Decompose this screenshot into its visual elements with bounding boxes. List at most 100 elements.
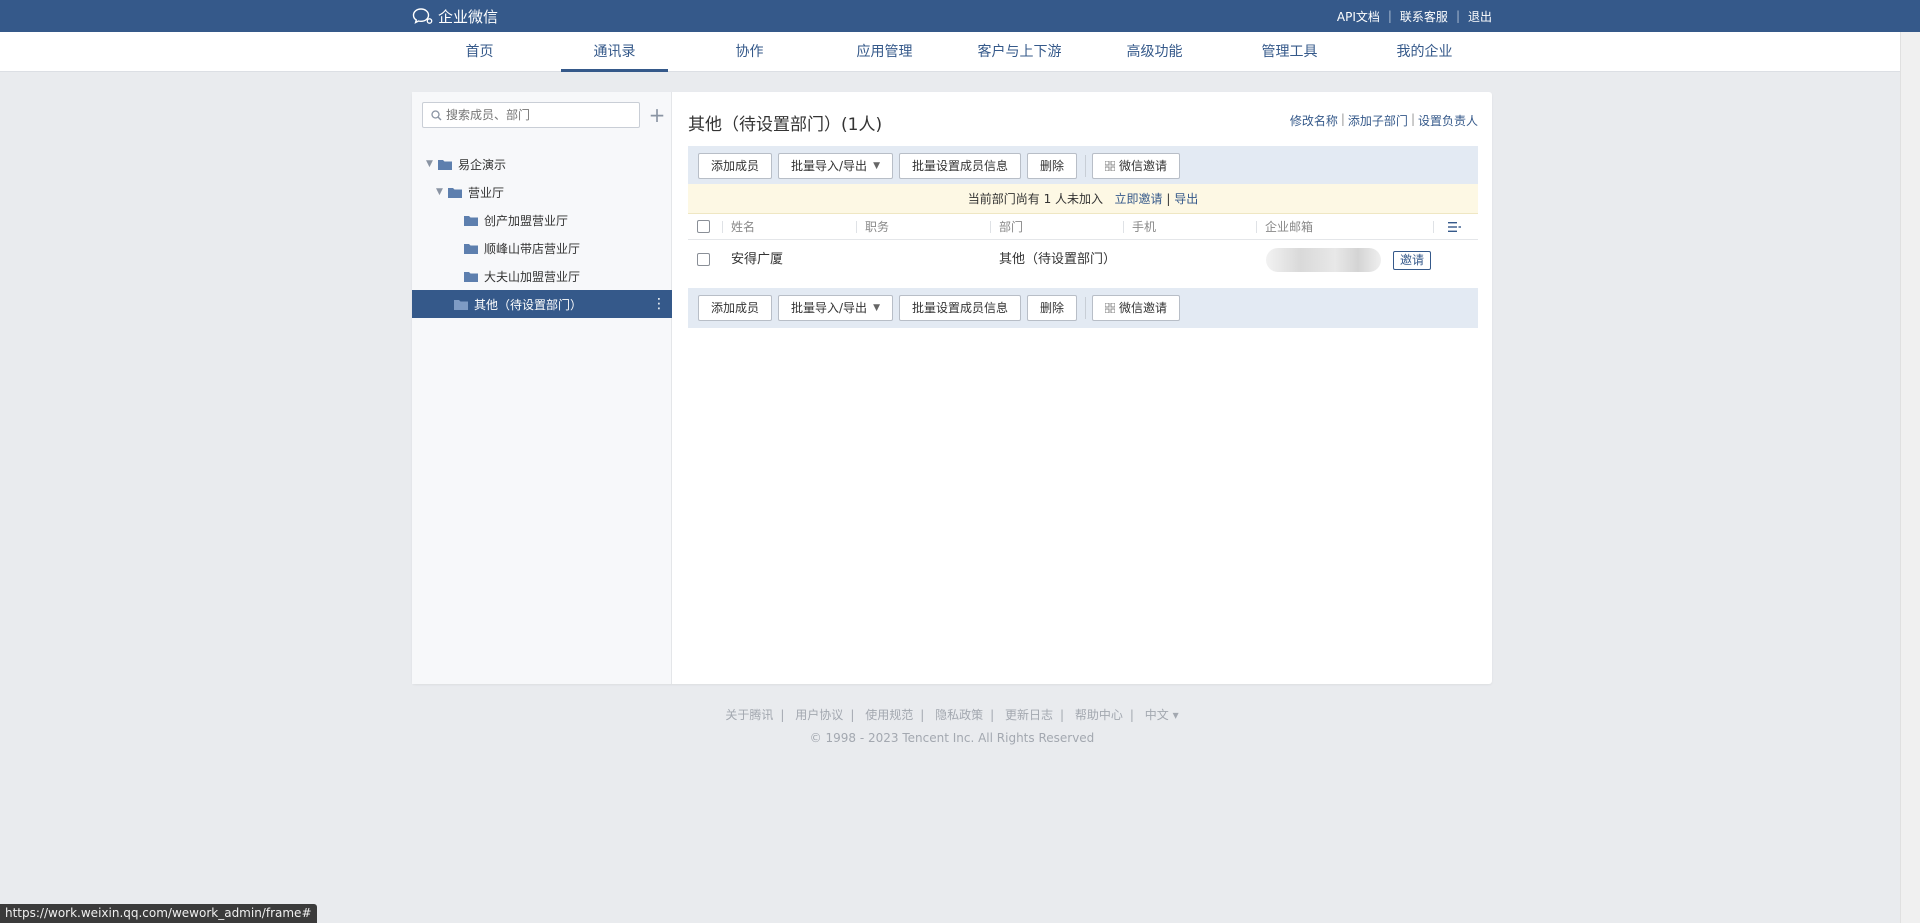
separator: | bbox=[1410, 112, 1415, 126]
delete-button[interactable]: 删除 bbox=[1027, 153, 1078, 179]
invite-now-link[interactable]: 立即邀请 bbox=[1114, 192, 1162, 206]
footer-link-privacy[interactable]: 隐私政策 bbox=[935, 708, 983, 722]
notice-text: 当前部门尚有 1 人未加入 bbox=[967, 192, 1104, 206]
tree-node-shunfeng[interactable]: 顺峰山带店营业厅 bbox=[412, 234, 672, 262]
tree-node-root[interactable]: ▼ 易企演示 bbox=[412, 150, 672, 178]
expand-arrow-icon[interactable]: ▼ bbox=[436, 187, 448, 197]
tree-node-label: 易企演示 bbox=[458, 157, 507, 172]
column-divider bbox=[1256, 221, 1257, 233]
folder-icon bbox=[464, 271, 478, 282]
footer: 关于腾讯 | 用户协议 | 使用规范 | 隐私政策 | 更新日志 | 帮助中心 | 中文 ▾… bbox=[412, 706, 1492, 745]
department-sidebar: + ▼ 易企演示 ▼ 营业厅 创产加盟营业厅 顺峰山带店营业厅 bbox=[412, 92, 672, 684]
column-divider bbox=[1433, 221, 1434, 233]
separator: | bbox=[850, 708, 855, 722]
separator: | bbox=[1129, 708, 1134, 722]
separator: | bbox=[1166, 192, 1171, 206]
tab-advanced[interactable]: 高级功能 bbox=[1087, 32, 1222, 72]
tree-node-label: 大夫山加盟营业厅 bbox=[484, 269, 581, 284]
department-actions: 修改名称 | 添加子部门 | 设置负责人 bbox=[1290, 112, 1478, 129]
separator: | bbox=[1387, 9, 1392, 23]
footer-link-about[interactable]: 关于腾讯 bbox=[725, 708, 773, 722]
top-bar: 企业微信 API文档 | 联系客服 | 退出 bbox=[0, 0, 1920, 32]
separator: | bbox=[990, 708, 995, 722]
button-label: 批量导入/导出 bbox=[791, 301, 868, 315]
column-divider bbox=[722, 221, 723, 233]
button-label: 批量导入/导出 bbox=[791, 159, 868, 173]
status-bar-url: https://work.weixin.qq.com/wework_admin/… bbox=[0, 904, 317, 923]
tab-collaboration[interactable]: 协作 bbox=[682, 32, 817, 72]
main-nav: 首页 通讯录 协作 应用管理 客户与上下游 高级功能 管理工具 我的企业 bbox=[0, 32, 1900, 72]
tab-contacts[interactable]: 通讯录 bbox=[547, 32, 682, 72]
footer-link-usage-rules[interactable]: 使用规范 bbox=[865, 708, 913, 722]
dropdown-caret-icon: ▼ bbox=[873, 161, 880, 171]
wework-logo-icon bbox=[412, 8, 433, 24]
qrcode-icon bbox=[1105, 303, 1116, 313]
column-divider bbox=[990, 221, 991, 233]
tab-home[interactable]: 首页 bbox=[412, 32, 547, 72]
rename-link[interactable]: 修改名称 bbox=[1290, 112, 1338, 129]
logo[interactable]: 企业微信 bbox=[412, 0, 498, 32]
member-department: 其他（待设置部门） bbox=[999, 252, 1117, 267]
toolbar-divider bbox=[1085, 155, 1087, 177]
member-name[interactable]: 安得广厦 bbox=[731, 240, 783, 280]
add-member-button[interactable]: 添加成员 bbox=[698, 153, 773, 179]
column-divider bbox=[1123, 221, 1124, 233]
tree-node-dafushan[interactable]: 大夫山加盟营业厅 bbox=[412, 262, 672, 290]
tab-admin-tools[interactable]: 管理工具 bbox=[1222, 32, 1357, 72]
wechat-invite-button[interactable]: 微信邀请 bbox=[1092, 295, 1181, 321]
separator: | bbox=[1455, 9, 1460, 23]
language-selector[interactable]: 中文 ▾ bbox=[1145, 708, 1179, 722]
batch-set-info-button[interactable]: 批量设置成员信息 bbox=[898, 295, 1021, 321]
wechat-invite-button[interactable]: 微信邀请 bbox=[1092, 153, 1181, 179]
tree-node-label: 顺峰山带店营业厅 bbox=[484, 241, 581, 256]
search-box[interactable] bbox=[422, 102, 640, 128]
batch-import-export-button[interactable]: 批量导入/导出 ▼ bbox=[778, 295, 893, 321]
table-row[interactable]: 安得广厦 其他（待设置部门） 邀请 bbox=[688, 240, 1478, 280]
folder-icon bbox=[464, 243, 478, 254]
delete-button[interactable]: 删除 bbox=[1027, 295, 1078, 321]
separator: | bbox=[780, 708, 785, 722]
row-checkbox[interactable] bbox=[697, 253, 710, 266]
logout-link[interactable]: 退出 bbox=[1468, 8, 1492, 25]
expand-arrow-icon[interactable]: ▼ bbox=[426, 159, 438, 169]
column-email[interactable]: 企业邮箱 bbox=[1265, 214, 1313, 240]
contact-support-link[interactable]: 联系客服 bbox=[1400, 8, 1448, 25]
tree-node-label: 创产加盟营业厅 bbox=[484, 213, 569, 228]
batch-set-info-button[interactable]: 批量设置成员信息 bbox=[898, 153, 1021, 179]
separator: | bbox=[920, 708, 925, 722]
tab-customers[interactable]: 客户与上下游 bbox=[952, 32, 1087, 72]
export-link[interactable]: 导出 bbox=[1174, 192, 1198, 206]
folder-icon bbox=[454, 299, 468, 310]
tab-my-enterprise[interactable]: 我的企业 bbox=[1357, 32, 1492, 72]
column-position[interactable]: 职务 bbox=[865, 214, 889, 240]
folder-icon bbox=[448, 187, 462, 198]
column-department[interactable]: 部门 bbox=[999, 214, 1023, 240]
add-department-icon[interactable]: + bbox=[648, 102, 666, 128]
tree-node-label: 其他（待设置部门） bbox=[474, 297, 583, 312]
column-name[interactable]: 姓名 bbox=[731, 214, 755, 240]
footer-link-changelog[interactable]: 更新日志 bbox=[1005, 708, 1053, 722]
add-subdepartment-link[interactable]: 添加子部门 bbox=[1348, 112, 1408, 129]
dropdown-caret-icon: ▼ bbox=[873, 303, 880, 313]
footer-link-user-agreement[interactable]: 用户协议 bbox=[795, 708, 843, 722]
add-member-button[interactable]: 添加成员 bbox=[698, 295, 773, 321]
tree-node-hall[interactable]: ▼ 营业厅 bbox=[412, 178, 672, 206]
search-input[interactable] bbox=[446, 108, 636, 122]
department-tree: ▼ 易企演示 ▼ 营业厅 创产加盟营业厅 顺峰山带店营业厅 大夫山加盟营业厅 其… bbox=[412, 150, 672, 318]
redacted-email bbox=[1266, 248, 1381, 272]
page-scrollbar[interactable] bbox=[1900, 32, 1920, 923]
tree-node-other-selected[interactable]: 其他（待设置部门） ⋮ bbox=[412, 290, 672, 318]
column-settings-icon[interactable] bbox=[1448, 222, 1461, 232]
tab-app-management[interactable]: 应用管理 bbox=[817, 32, 952, 72]
api-docs-link[interactable]: API文档 bbox=[1337, 8, 1380, 25]
set-manager-link[interactable]: 设置负责人 bbox=[1418, 112, 1478, 129]
separator: | bbox=[1059, 708, 1065, 722]
invite-button[interactable]: 邀请 bbox=[1393, 251, 1432, 270]
select-all-checkbox[interactable] bbox=[697, 220, 710, 233]
nav-tabs: 首页 通讯录 协作 应用管理 客户与上下游 高级功能 管理工具 我的企业 bbox=[412, 32, 1492, 72]
more-options-icon[interactable]: ⋮ bbox=[652, 296, 666, 312]
tree-node-chuangchan[interactable]: 创产加盟营业厅 bbox=[412, 206, 672, 234]
batch-import-export-button[interactable]: 批量导入/导出 ▼ bbox=[778, 153, 893, 179]
column-phone[interactable]: 手机 bbox=[1132, 214, 1156, 240]
footer-link-help[interactable]: 帮助中心 bbox=[1075, 708, 1123, 722]
